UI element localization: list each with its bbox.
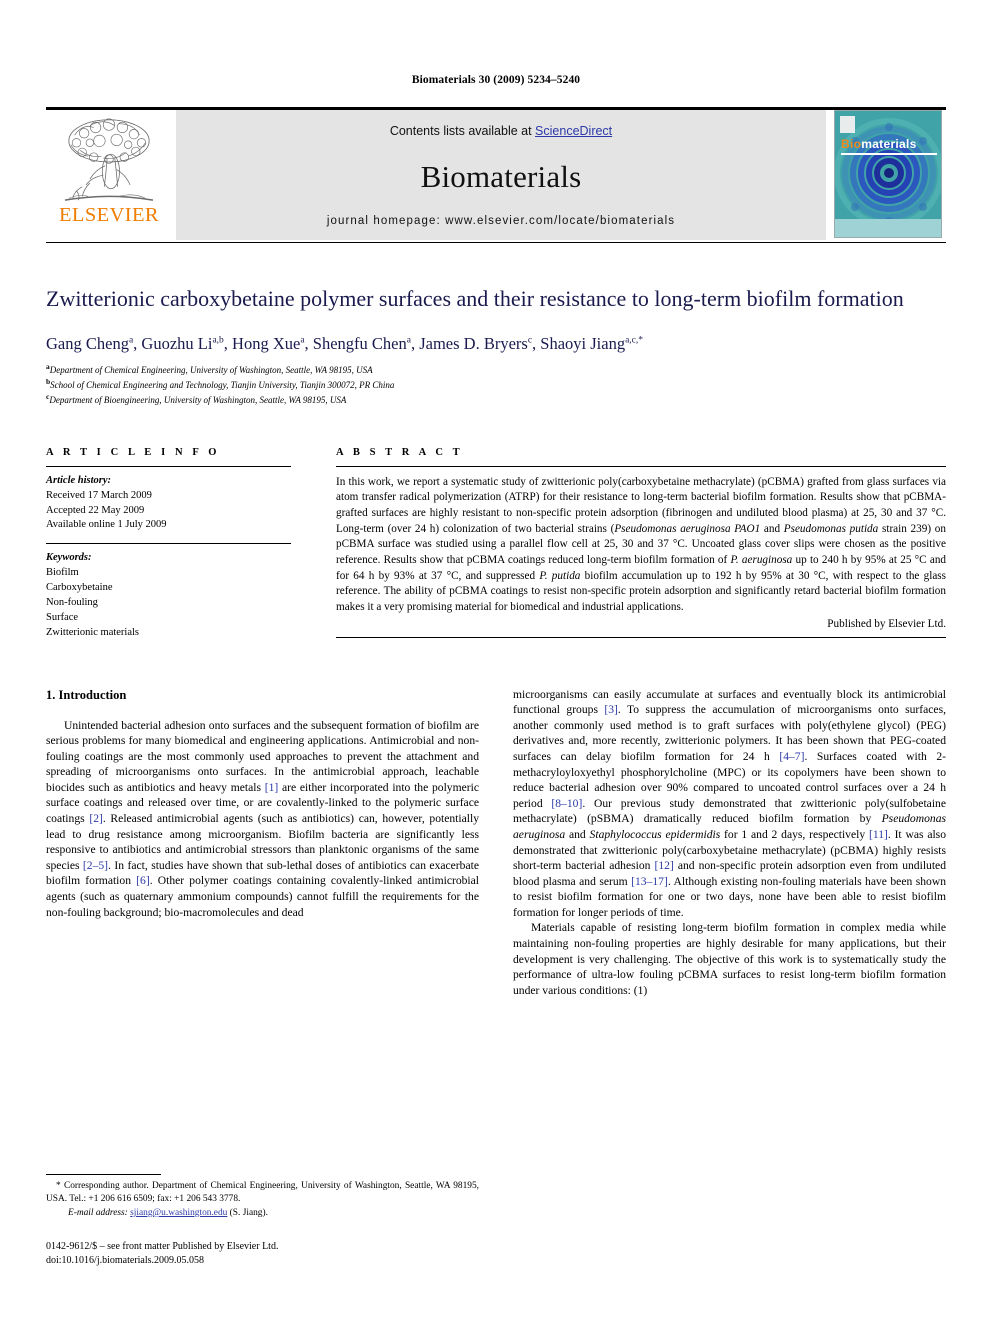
citation-link[interactable]: [2] bbox=[89, 812, 103, 825]
author-name: James D. Bryers bbox=[419, 333, 528, 353]
affiliation-text: School of Chemical Engineering and Techn… bbox=[50, 380, 395, 391]
contents-prefix: Contents lists available at bbox=[389, 124, 536, 138]
journal-homepage[interactable]: journal homepage: www.elsevier.com/locat… bbox=[327, 215, 675, 227]
corresponding-author-note: * Corresponding author. Department of Ch… bbox=[46, 1181, 479, 1205]
body-column-left: 1. Introduction Unintended bacterial adh… bbox=[46, 687, 479, 999]
info-abstract-block: A R T I C L E I N F O Article history: R… bbox=[46, 447, 946, 651]
header-bottom-rule bbox=[46, 242, 946, 243]
author-affiliation-mark: a,b bbox=[212, 335, 224, 346]
abstract-heading: A B S T R A C T bbox=[336, 446, 464, 458]
journal-header: ELSEVIER Contents lists available at Sci… bbox=[46, 107, 946, 240]
author-affiliation-mark: c bbox=[527, 335, 533, 346]
affiliation-list: aDepartment of Chemical Engineering, Uni… bbox=[46, 362, 946, 406]
journal-title: Biomaterials bbox=[420, 158, 582, 194]
article-page: Biomaterials 30 (2009) 5234–5240 ELSEVIE… bbox=[0, 0, 992, 1323]
author-affiliation-mark: a,c,* bbox=[625, 335, 644, 346]
author-name: Shengfu Chen bbox=[312, 333, 407, 353]
abstract-publisher: Published by Elsevier Ltd. bbox=[827, 617, 946, 630]
author-name: Gang Cheng bbox=[46, 333, 129, 353]
keywords-label: Keywords: bbox=[46, 552, 92, 564]
email-owner: (S. Jiang). bbox=[229, 1208, 268, 1219]
author: Shengfu Chena bbox=[313, 334, 411, 353]
article-info-heading: A R T I C L E I N F O bbox=[46, 446, 221, 458]
journal-cover: Biomaterials bbox=[834, 110, 946, 240]
journal-cover-image: Biomaterials bbox=[834, 110, 942, 238]
body-paragraph: Unintended bacterial adhesion onto surfa… bbox=[46, 718, 480, 919]
cover-title: Biomaterials bbox=[841, 137, 917, 151]
author-name: Guozhu Li bbox=[141, 333, 213, 353]
citation-link[interactable]: [8–10] bbox=[551, 797, 582, 810]
author-affiliation-mark: a bbox=[300, 335, 305, 346]
author-affiliation-mark: a bbox=[406, 335, 411, 346]
body-paragraph: Materials capable of resisting long-term… bbox=[513, 921, 946, 997]
abstract-paragraph: In this work, we report a systematic stu… bbox=[336, 475, 947, 614]
body-paragraph: microorganisms can easily accumulate at … bbox=[513, 687, 946, 919]
affiliation-text: Department of Chemical Engineering, Univ… bbox=[49, 365, 373, 376]
cover-divider bbox=[841, 153, 937, 155]
citation-link[interactable]: [6] bbox=[136, 874, 150, 887]
keyword-item: Zwitterionic materials bbox=[46, 626, 140, 638]
cover-title-materials: materials bbox=[861, 137, 917, 151]
journal-banner: Contents lists available at ScienceDirec… bbox=[176, 110, 826, 240]
running-head: Biomaterials 30 (2009) 5234–5240 bbox=[411, 74, 581, 86]
author-name: Hong Xue bbox=[232, 333, 301, 353]
citation-link[interactable]: [2–5] bbox=[83, 859, 108, 872]
author-name: Shaoyi Jiang bbox=[540, 333, 626, 353]
keywords-block: Keywords: Biofilm Carboxybetaine Non-fou… bbox=[46, 544, 291, 650]
contents-available-line: Contents lists available at ScienceDirec… bbox=[390, 124, 612, 138]
abstract-text: In this work, we report a systematic stu… bbox=[336, 467, 946, 616]
history-item: Received 17 March 2009 bbox=[46, 489, 152, 501]
article-history: Article history: Received 17 March 2009 … bbox=[46, 467, 291, 544]
citation-link[interactable]: [1] bbox=[265, 781, 279, 794]
cover-title-bio: Bio bbox=[841, 137, 862, 151]
affiliation-text: Department of Bioengineering, University… bbox=[49, 394, 347, 405]
affiliation: bSchool of Chemical Engineering and Tech… bbox=[46, 377, 946, 392]
footnote-block: * Corresponding author. Department of Ch… bbox=[46, 1174, 479, 1268]
citation-link[interactable]: [4–7] bbox=[779, 750, 804, 763]
page-title: Zwitterionic carboxybetaine polymer surf… bbox=[46, 286, 904, 311]
email-label: E-mail address: bbox=[68, 1208, 128, 1219]
affiliation: cDepartment of Bioengineering, Universit… bbox=[46, 392, 946, 407]
keyword-item: Non-fouling bbox=[46, 597, 98, 609]
imprint-block: 0142-9612/$ – see front matter Published… bbox=[46, 1240, 479, 1268]
footnote-rule bbox=[46, 1174, 161, 1176]
elsevier-wordmark: ELSEVIER bbox=[59, 204, 159, 226]
elsevier-logo: ELSEVIER bbox=[46, 110, 172, 240]
author: James D. Bryersc bbox=[419, 334, 532, 353]
author-list: Gang Chenga, Guozhu Lia,b, Hong Xuea, Sh… bbox=[46, 333, 644, 353]
abstract-rule-bottom bbox=[336, 636, 946, 638]
author: Guozhu Lia,b bbox=[141, 334, 223, 353]
author: Shaoyi Jianga,c,* bbox=[540, 334, 643, 353]
section-heading-introduction: 1. Introduction bbox=[46, 687, 127, 702]
email-note: E-mail address: sjiang@u.washington.edu … bbox=[46, 1207, 479, 1220]
author-affiliation-mark: a bbox=[128, 335, 134, 346]
body-column-right: microorganisms can easily accumulate at … bbox=[513, 687, 946, 999]
citation-link[interactable]: [12] bbox=[654, 859, 673, 872]
elsevier-tree-icon bbox=[64, 118, 154, 201]
issn-line: 0142-9612/$ – see front matter Published… bbox=[46, 1241, 279, 1252]
keyword-item: Surface bbox=[46, 611, 79, 623]
keyword-item: Carboxybetaine bbox=[46, 582, 113, 594]
history-item: Accepted 22 May 2009 bbox=[46, 504, 145, 516]
abstract-column: A B S T R A C T In this work, we report … bbox=[336, 447, 946, 651]
citation-link[interactable]: [11] bbox=[869, 828, 888, 841]
body-columns: 1. Introduction Unintended bacterial adh… bbox=[46, 687, 946, 999]
author: Hong Xuea bbox=[232, 334, 305, 353]
email-link[interactable]: sjiang@u.washington.edu bbox=[130, 1208, 227, 1218]
doi-line: doi:10.1016/j.biomaterials.2009.05.058 bbox=[46, 1255, 205, 1266]
author: Gang Chenga bbox=[46, 334, 133, 353]
history-item: Available online 1 July 2009 bbox=[46, 519, 167, 531]
sciencedirect-link[interactable]: ScienceDirect bbox=[535, 124, 612, 138]
citation-link[interactable]: [13–17] bbox=[631, 875, 668, 888]
cover-footer-band bbox=[835, 219, 941, 237]
article-info-column: A R T I C L E I N F O Article history: R… bbox=[46, 447, 291, 651]
article-history-label: Article history: bbox=[46, 474, 112, 486]
cover-publisher-icon bbox=[840, 116, 855, 133]
keyword-item: Biofilm bbox=[46, 567, 79, 579]
citation-link[interactable]: [3] bbox=[604, 703, 618, 716]
affiliation: aDepartment of Chemical Engineering, Uni… bbox=[46, 362, 946, 377]
